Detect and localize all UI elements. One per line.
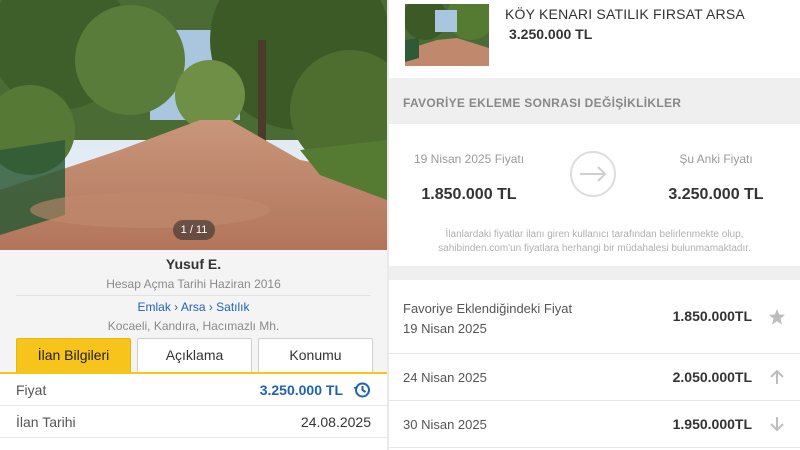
section-header: FAVORİYE EKLEME SONRASI DEĞİŞİKLİKLER xyxy=(389,78,800,124)
history-price: 2.050.000TL xyxy=(672,369,752,385)
price-disclaimer: İlanlardaki fiyatlar ilanı giren kullanı… xyxy=(389,228,800,256)
history-label: Favoriye Eklendiğindeki Fiyat xyxy=(403,301,573,316)
photo-counter: 1 / 11 xyxy=(173,220,215,240)
arrow-up-icon xyxy=(770,369,784,384)
tab-listing-info[interactable]: İlan Bilgileri xyxy=(16,338,131,373)
disclaimer-line: İlanlardaki fiyatlar ilanı giren kullanı… xyxy=(445,229,744,240)
history-row: 30 Nisan 2025 1.950.000TL xyxy=(389,401,800,448)
favorite-price-panel: KÖY KENARI SATILIK FIRSAT ARSA 3.250.000… xyxy=(389,0,800,450)
listing-photo[interactable]: 1 / 11 xyxy=(0,0,387,250)
history-row: 24 Nisan 2025 2.050.000TL xyxy=(389,354,800,401)
detail-key: İlan Tarihi xyxy=(16,414,76,430)
seller-info: Yusuf E. Hesap Açma Tarihi Haziran 2016 … xyxy=(0,250,387,340)
detail-row-partial xyxy=(0,438,387,450)
history-price: 1.950.000TL xyxy=(672,416,752,432)
detail-key: Fiyat xyxy=(16,382,47,398)
seller-name[interactable]: Yusuf E. xyxy=(0,256,387,272)
section-separator xyxy=(389,266,800,280)
detail-value: 24.08.2025 xyxy=(300,414,371,430)
tab-bar: İlan Bilgileri Açıklama Konumu xyxy=(0,338,387,373)
listing-title[interactable]: KÖY KENARI SATILIK FIRSAT ARSA xyxy=(505,6,745,22)
seller-since: Hesap Açma Tarihi Haziran 2016 xyxy=(106,277,281,291)
detail-row-price: Fiyat 3.250.000 TL xyxy=(0,374,387,406)
star-icon xyxy=(769,309,785,325)
history-price: 1.850.000TL xyxy=(672,308,752,324)
divider xyxy=(16,295,371,296)
history-date: 19 Nisan 2025 xyxy=(403,321,487,336)
old-price-label: 19 Nisan 2025 Fiyatı xyxy=(413,152,525,166)
disclaimer-line: sahibinden.com'un fiyatlara herhangi bir… xyxy=(438,243,751,254)
tab-location[interactable]: Konumu xyxy=(258,338,373,373)
listing-price: 3.250.000 TL xyxy=(509,26,593,42)
listing-thumbnail[interactable] xyxy=(405,4,489,66)
current-price-label: Şu Anki Fiyatı xyxy=(679,152,753,166)
old-price-value: 1.850.000 TL xyxy=(421,186,517,203)
breadcrumb[interactable]: Emlak › Arsa › Satılık xyxy=(0,300,387,314)
history-date: 24 Nisan 2025 xyxy=(403,370,487,385)
price-comparison: 19 Nisan 2025 Fiyatı 1.850.000 TL Şu Ank… xyxy=(389,124,800,266)
listing-location: Kocaeli, Kandıra, Hacımazlı Mh. xyxy=(107,319,280,333)
detail-row-date: İlan Tarihi 24.08.2025 xyxy=(0,406,387,438)
arrow-down-icon xyxy=(770,417,784,432)
history-date: 30 Nisan 2025 xyxy=(403,417,487,432)
tab-description[interactable]: Açıklama xyxy=(137,338,252,373)
listing-detail-panel: 1 / 11 Yusuf E. Hesap Açma Tarihi Hazira… xyxy=(0,0,387,450)
current-price-value: 3.250.000 TL xyxy=(668,186,764,203)
detail-price-value: 3.250.000 TL xyxy=(259,382,343,398)
dirt-road-photo xyxy=(0,0,387,250)
thumbnail-image xyxy=(405,4,489,66)
history-row: Favoriye Eklendiğindeki Fiyat 19 Nisan 2… xyxy=(389,280,800,354)
price-history-icon[interactable] xyxy=(353,381,371,399)
section-title: FAVORİYE EKLEME SONRASI DEĞİŞİKLİKLER xyxy=(403,96,682,110)
arrow-right-icon xyxy=(570,151,616,197)
